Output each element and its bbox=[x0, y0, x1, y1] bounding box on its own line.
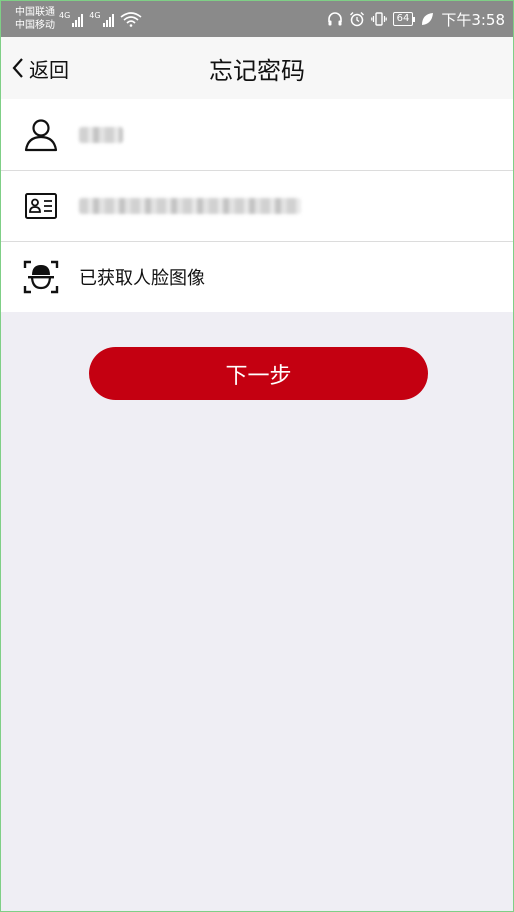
face-status-label: 已获取人脸图像 bbox=[79, 267, 205, 289]
name-row[interactable] bbox=[1, 99, 513, 170]
alarm-icon bbox=[349, 12, 364, 27]
network-2-label: 4G bbox=[89, 11, 101, 20]
signal-1-icon: 4G bbox=[59, 11, 84, 27]
page-title: 忘记密码 bbox=[209, 56, 305, 85]
navigation-bar: 返回 忘记密码 bbox=[1, 37, 513, 99]
back-button[interactable]: 返回 bbox=[11, 37, 69, 99]
vibrate-icon bbox=[370, 12, 387, 26]
network-1-label: 4G bbox=[59, 11, 71, 20]
face-row[interactable]: 已获取人脸图像 bbox=[1, 241, 513, 312]
status-left: 中国联通 中国移动 4G 4G bbox=[15, 6, 142, 32]
signal-2-icon: 4G bbox=[89, 11, 114, 27]
form-list: 已获取人脸图像 bbox=[1, 99, 513, 312]
id-number-value-redacted bbox=[79, 197, 301, 214]
battery-icon: 64 bbox=[392, 12, 416, 26]
carrier-names: 中国联通 中国移动 bbox=[15, 6, 55, 32]
headphones-icon bbox=[327, 12, 342, 26]
user-icon bbox=[24, 118, 58, 151]
signal-group: 4G 4G bbox=[59, 11, 114, 27]
id-number-row[interactable] bbox=[1, 170, 513, 241]
leaf-icon bbox=[422, 13, 434, 25]
chevron-left-icon bbox=[12, 58, 23, 78]
wifi-icon bbox=[120, 12, 142, 27]
status-right: 64 下午3:58 bbox=[327, 9, 505, 30]
status-bar: 中国联通 中国移动 4G 4G 64 下午3:58 bbox=[1, 1, 513, 37]
carrier-2: 中国移动 bbox=[15, 20, 55, 31]
status-time: 下午3:58 bbox=[441, 10, 505, 29]
name-value-redacted bbox=[79, 126, 123, 143]
back-label: 返回 bbox=[29, 57, 69, 82]
next-button[interactable]: 下一步 bbox=[89, 347, 428, 400]
carrier-1: 中国联通 bbox=[15, 7, 55, 18]
face-scan-icon bbox=[23, 260, 59, 293]
id-card-icon bbox=[25, 192, 57, 219]
